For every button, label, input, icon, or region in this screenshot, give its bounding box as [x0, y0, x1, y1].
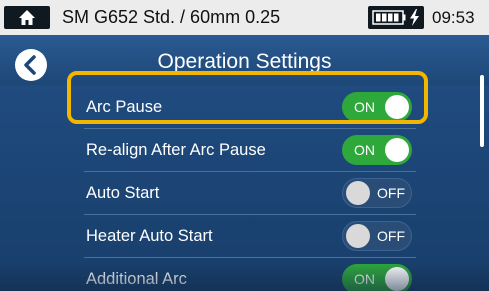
setting-row-realign-after-arc-pause[interactable]: Re-align After Arc Pause ON — [74, 128, 424, 172]
toggle-knob — [346, 181, 370, 205]
clock-time: 09:53 — [432, 8, 475, 27]
battery-icon — [372, 10, 406, 25]
home-icon — [19, 10, 35, 25]
setting-row-additional-arc[interactable]: Additional Arc ON — [74, 257, 424, 291]
toggle-state: ON — [354, 271, 375, 287]
setting-row-auto-start[interactable]: Auto Start OFF — [74, 171, 424, 215]
charging-icon — [410, 9, 419, 26]
fiber-profile-title: SM G652 Std. / 60mm 0.25 — [62, 7, 281, 27]
battery-indicator — [368, 6, 424, 29]
toggle-state: ON — [354, 142, 375, 158]
setting-label: Re-align After Arc Pause — [86, 141, 266, 159]
realign-after-arc-pause-toggle[interactable]: ON — [342, 135, 412, 165]
home-button[interactable] — [4, 6, 50, 29]
setting-label: Additional Arc — [86, 270, 187, 288]
scrollbar[interactable] — [480, 75, 484, 147]
toggle-knob — [385, 138, 409, 162]
toggle-knob — [385, 267, 409, 291]
additional-arc-toggle[interactable]: ON — [342, 264, 412, 291]
selection-highlight — [67, 71, 428, 124]
status-bar: SM G652 Std. / 60mm 0.25 09:53 — [0, 0, 489, 35]
toggle-knob — [346, 224, 370, 248]
setting-row-heater-auto-start[interactable]: Heater Auto Start OFF — [74, 214, 424, 258]
heater-auto-start-toggle[interactable]: OFF — [342, 221, 412, 251]
setting-label: Heater Auto Start — [86, 227, 213, 245]
toggle-state: OFF — [377, 185, 405, 201]
setting-label: Auto Start — [86, 184, 160, 202]
screen: SM G652 Std. / 60mm 0.25 09:53 Operation… — [0, 0, 489, 291]
auto-start-toggle[interactable]: OFF — [342, 178, 412, 208]
toggle-state: OFF — [377, 228, 405, 244]
